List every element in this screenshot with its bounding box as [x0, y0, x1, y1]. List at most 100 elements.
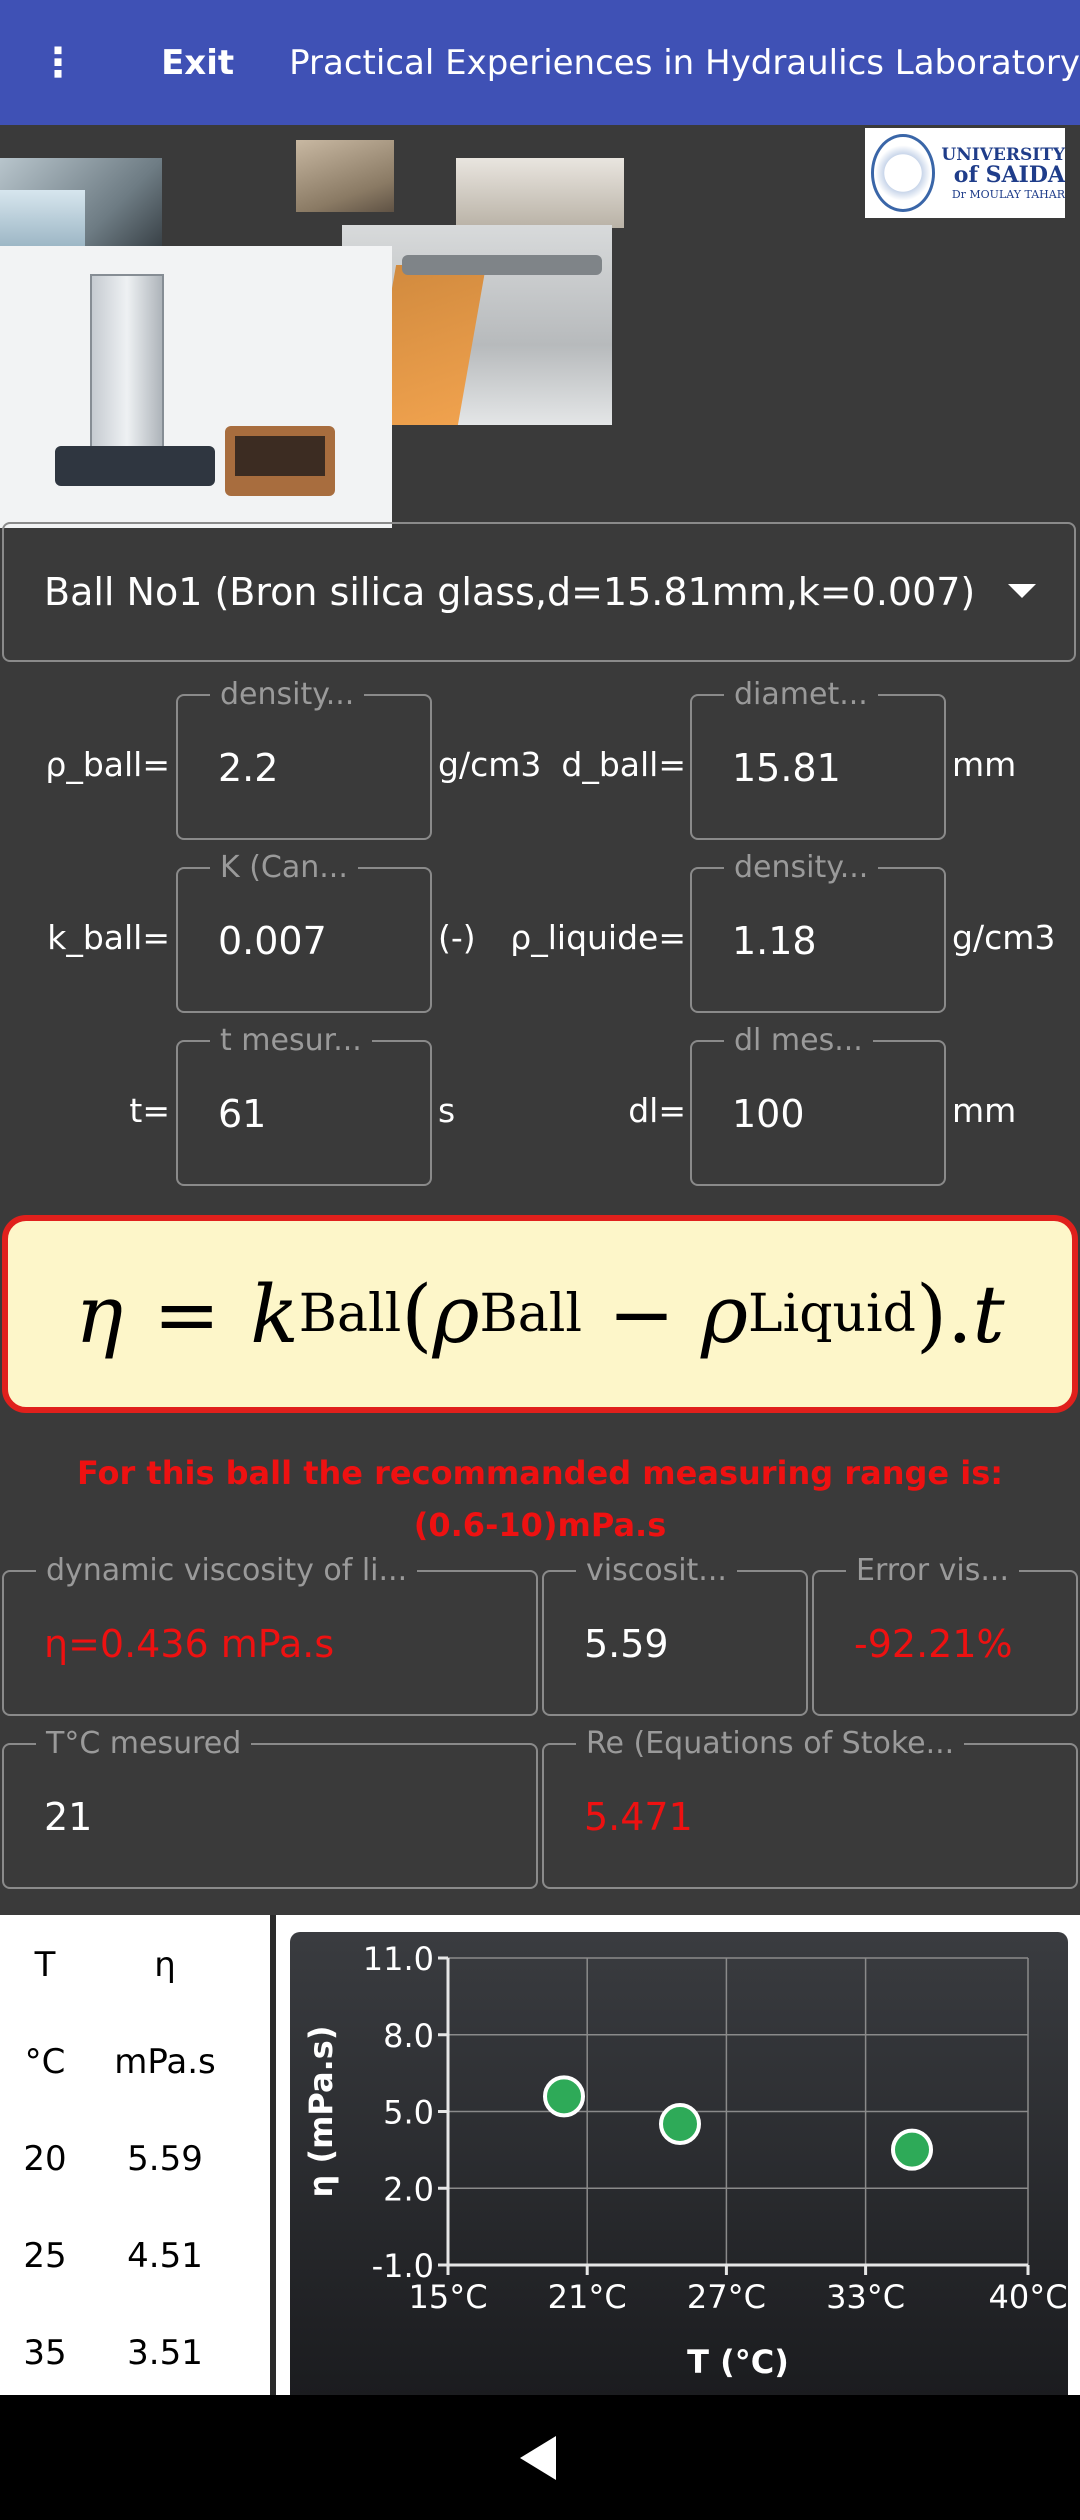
t-field[interactable]: t mesur... 61 — [176, 1024, 432, 1186]
chart-y-tick-label: 8.0 — [383, 2017, 434, 2055]
viscosity-formula: η = k Ball (ρ Ball − ρ Liquid). t — [2, 1215, 1078, 1413]
t-legend: t mesur... — [210, 1024, 372, 1058]
viscosity-chart: -1.0 2.0 5.0 8.0 11.0 15°C 21°C 27°C 33°C 40°C T (… — [290, 1932, 1068, 2395]
formula-rho-ball: ρ — [432, 1267, 480, 1361]
dynamic-viscosity-field[interactable]: dynamic viscosity of li... η=0.436 mPa.s — [2, 1554, 538, 1716]
formula-rho-liquid: ρ — [701, 1267, 749, 1361]
t-value[interactable]: 61 — [218, 1092, 266, 1136]
recommended-range-message: For this ball the recommanded measuring … — [0, 1447, 1080, 1551]
chart-data-point — [659, 2103, 701, 2146]
data-table: T η °C mPa.s 20 5.59 25 4.51 35 3.51 — [0, 1915, 270, 2395]
chart-y-tick-label: 11.0 — [363, 1940, 434, 1978]
chart-data-point — [543, 2075, 585, 2118]
rho-liquide-unit: g/cm3 — [952, 918, 1056, 957]
temperature-measured-field[interactable]: T°C mesured 21 — [2, 1727, 538, 1889]
rho-ball-unit: g/cm3 — [438, 745, 542, 784]
system-nav-bar — [0, 2395, 1080, 2520]
viscosity-value: 5.59 — [584, 1622, 669, 1666]
formula-rho-ball-sub: Ball — [479, 1284, 582, 1344]
lab-photo-2 — [0, 190, 85, 248]
ball-select-dropdown[interactable]: Ball No1 (Bron silica glass,d=15.81mm,k=… — [2, 522, 1076, 662]
error-viscosity-value: -92.21% — [854, 1622, 1013, 1666]
table-unit-t: °C — [24, 2042, 66, 2082]
viscosity-field[interactable]: viscosit... 5.59 — [542, 1554, 808, 1716]
dl-value[interactable]: 100 — [732, 1092, 805, 1136]
rho-ball-field[interactable]: density... 2.2 — [176, 678, 432, 840]
rho-liquide-field[interactable]: density... 1.18 — [690, 851, 946, 1013]
dl-field[interactable]: dl mes... 100 — [690, 1024, 946, 1186]
reynolds-value: 5.471 — [584, 1795, 693, 1839]
k-ball-legend: K (Can... — [210, 851, 358, 885]
exit-button[interactable]: Exit — [161, 43, 234, 83]
logo-line-1: UNIVERSITY — [941, 144, 1065, 165]
table-units-row: °C mPa.s — [0, 2042, 270, 2102]
ball-select-value: Ball No1 (Bron silica glass,d=15.81mm,k=… — [44, 570, 976, 614]
chart-x-tick-label: 40°C — [988, 2278, 1067, 2316]
table-header-row: T η — [0, 1945, 270, 2005]
table-cell: 3.51 — [127, 2333, 203, 2373]
k-ball-label: k_ball= — [47, 918, 170, 957]
app-bar: ⋮ Exit Practical Experiences in Hydrauli… — [0, 0, 1080, 125]
formula-k: k — [250, 1267, 299, 1361]
table-header-t: T — [34, 1945, 56, 1985]
table-cell: 35 — [23, 2333, 67, 2373]
temperature-measured-value: 21 — [44, 1795, 93, 1839]
dynamic-viscosity-legend: dynamic viscosity of li... — [36, 1554, 418, 1588]
range-msg-line-2: (0.6-10)mPa.s — [413, 1506, 667, 1544]
error-viscosity-legend: Error vis... — [846, 1554, 1019, 1588]
d-ball-unit: mm — [952, 745, 1017, 784]
chart-x-tick-label: 21°C — [548, 2278, 627, 2316]
reynolds-legend: Re (Equations of Stoke... — [576, 1727, 965, 1761]
viscometer-photo — [0, 246, 392, 528]
dropdown-arrow-icon[interactable] — [1008, 584, 1036, 598]
chart-x-tick-label: 33°C — [826, 2278, 905, 2316]
table-cell: 20 — [23, 2139, 67, 2179]
dl-unit: mm — [952, 1091, 1017, 1130]
formula-rho-liquid-sub: Liquid — [748, 1284, 916, 1344]
d-ball-value[interactable]: 15.81 — [732, 746, 841, 790]
formula-t: t — [972, 1267, 1005, 1361]
k-ball-unit: (-) — [438, 918, 476, 957]
table-unit-eta: mPa.s — [114, 2042, 216, 2082]
t-unit: s — [438, 1091, 456, 1130]
temperature-measured-legend: T°C mesured — [36, 1727, 252, 1761]
k-ball-value[interactable]: 0.007 — [218, 919, 327, 963]
chart-x-axis-title: T (°C) — [687, 2343, 789, 2381]
chart-y-tick-label: 2.0 — [383, 2170, 434, 2208]
university-logo: UNIVERSITY of SAIDA Dr MOULAY TAHAR — [865, 128, 1065, 218]
table-cell: 25 — [23, 2236, 67, 2276]
rho-liquide-value[interactable]: 1.18 — [732, 919, 817, 963]
chart-svg: -1.02.05.08.011.015°C 21°C 27°C 33°C 40°CT (… — [302, 1940, 1068, 2381]
app-title: Practical Experiences in Hydraulics Labo… — [289, 42, 1080, 83]
table-header-eta: η — [154, 1945, 176, 1985]
rho-ball-label: ρ_ball= — [45, 745, 170, 784]
table-cell: 4.51 — [127, 2236, 203, 2276]
chart-data-point — [891, 2128, 933, 2171]
d-ball-legend: diamet... — [724, 678, 878, 712]
k-ball-field[interactable]: K (Can... 0.007 — [176, 851, 432, 1013]
rho-ball-legend: density... — [210, 678, 365, 712]
logo-line-2: of SAIDA — [953, 161, 1065, 188]
lab-photo-4 — [456, 158, 624, 228]
formula-equals: = — [153, 1267, 221, 1361]
more-vertical-icon[interactable]: ⋮ — [0, 0, 116, 125]
rho-ball-value[interactable]: 2.2 — [218, 746, 278, 790]
d-ball-label: d_ball= — [561, 745, 686, 784]
formula-k-sub: Ball — [298, 1284, 402, 1344]
t-label: t= — [129, 1091, 170, 1130]
dynamic-viscosity-value: η=0.436 mPa.s — [44, 1622, 335, 1666]
reynolds-field[interactable]: Re (Equations of Stoke... 5.471 — [542, 1727, 1078, 1889]
rho-liquide-label: ρ_liquide= — [510, 918, 686, 957]
error-viscosity-field[interactable]: Error vis... -92.21% — [812, 1554, 1078, 1716]
formula-eta: η — [75, 1267, 124, 1361]
chart-y-axis-title: η (mPa.s) — [302, 2026, 340, 2198]
back-icon[interactable] — [520, 2436, 556, 2480]
table-cell: 5.59 — [127, 2139, 203, 2179]
viscosity-legend: viscosit... — [576, 1554, 737, 1588]
d-ball-field[interactable]: diamet... 15.81 — [690, 678, 946, 840]
table-row: 25 4.51 — [0, 2236, 270, 2296]
chart-x-tick-label: 27°C — [687, 2278, 766, 2316]
table-row: 20 5.59 — [0, 2139, 270, 2199]
dl-label: dl= — [628, 1091, 686, 1130]
logo-line-3: Dr MOULAY TAHAR — [951, 187, 1065, 201]
